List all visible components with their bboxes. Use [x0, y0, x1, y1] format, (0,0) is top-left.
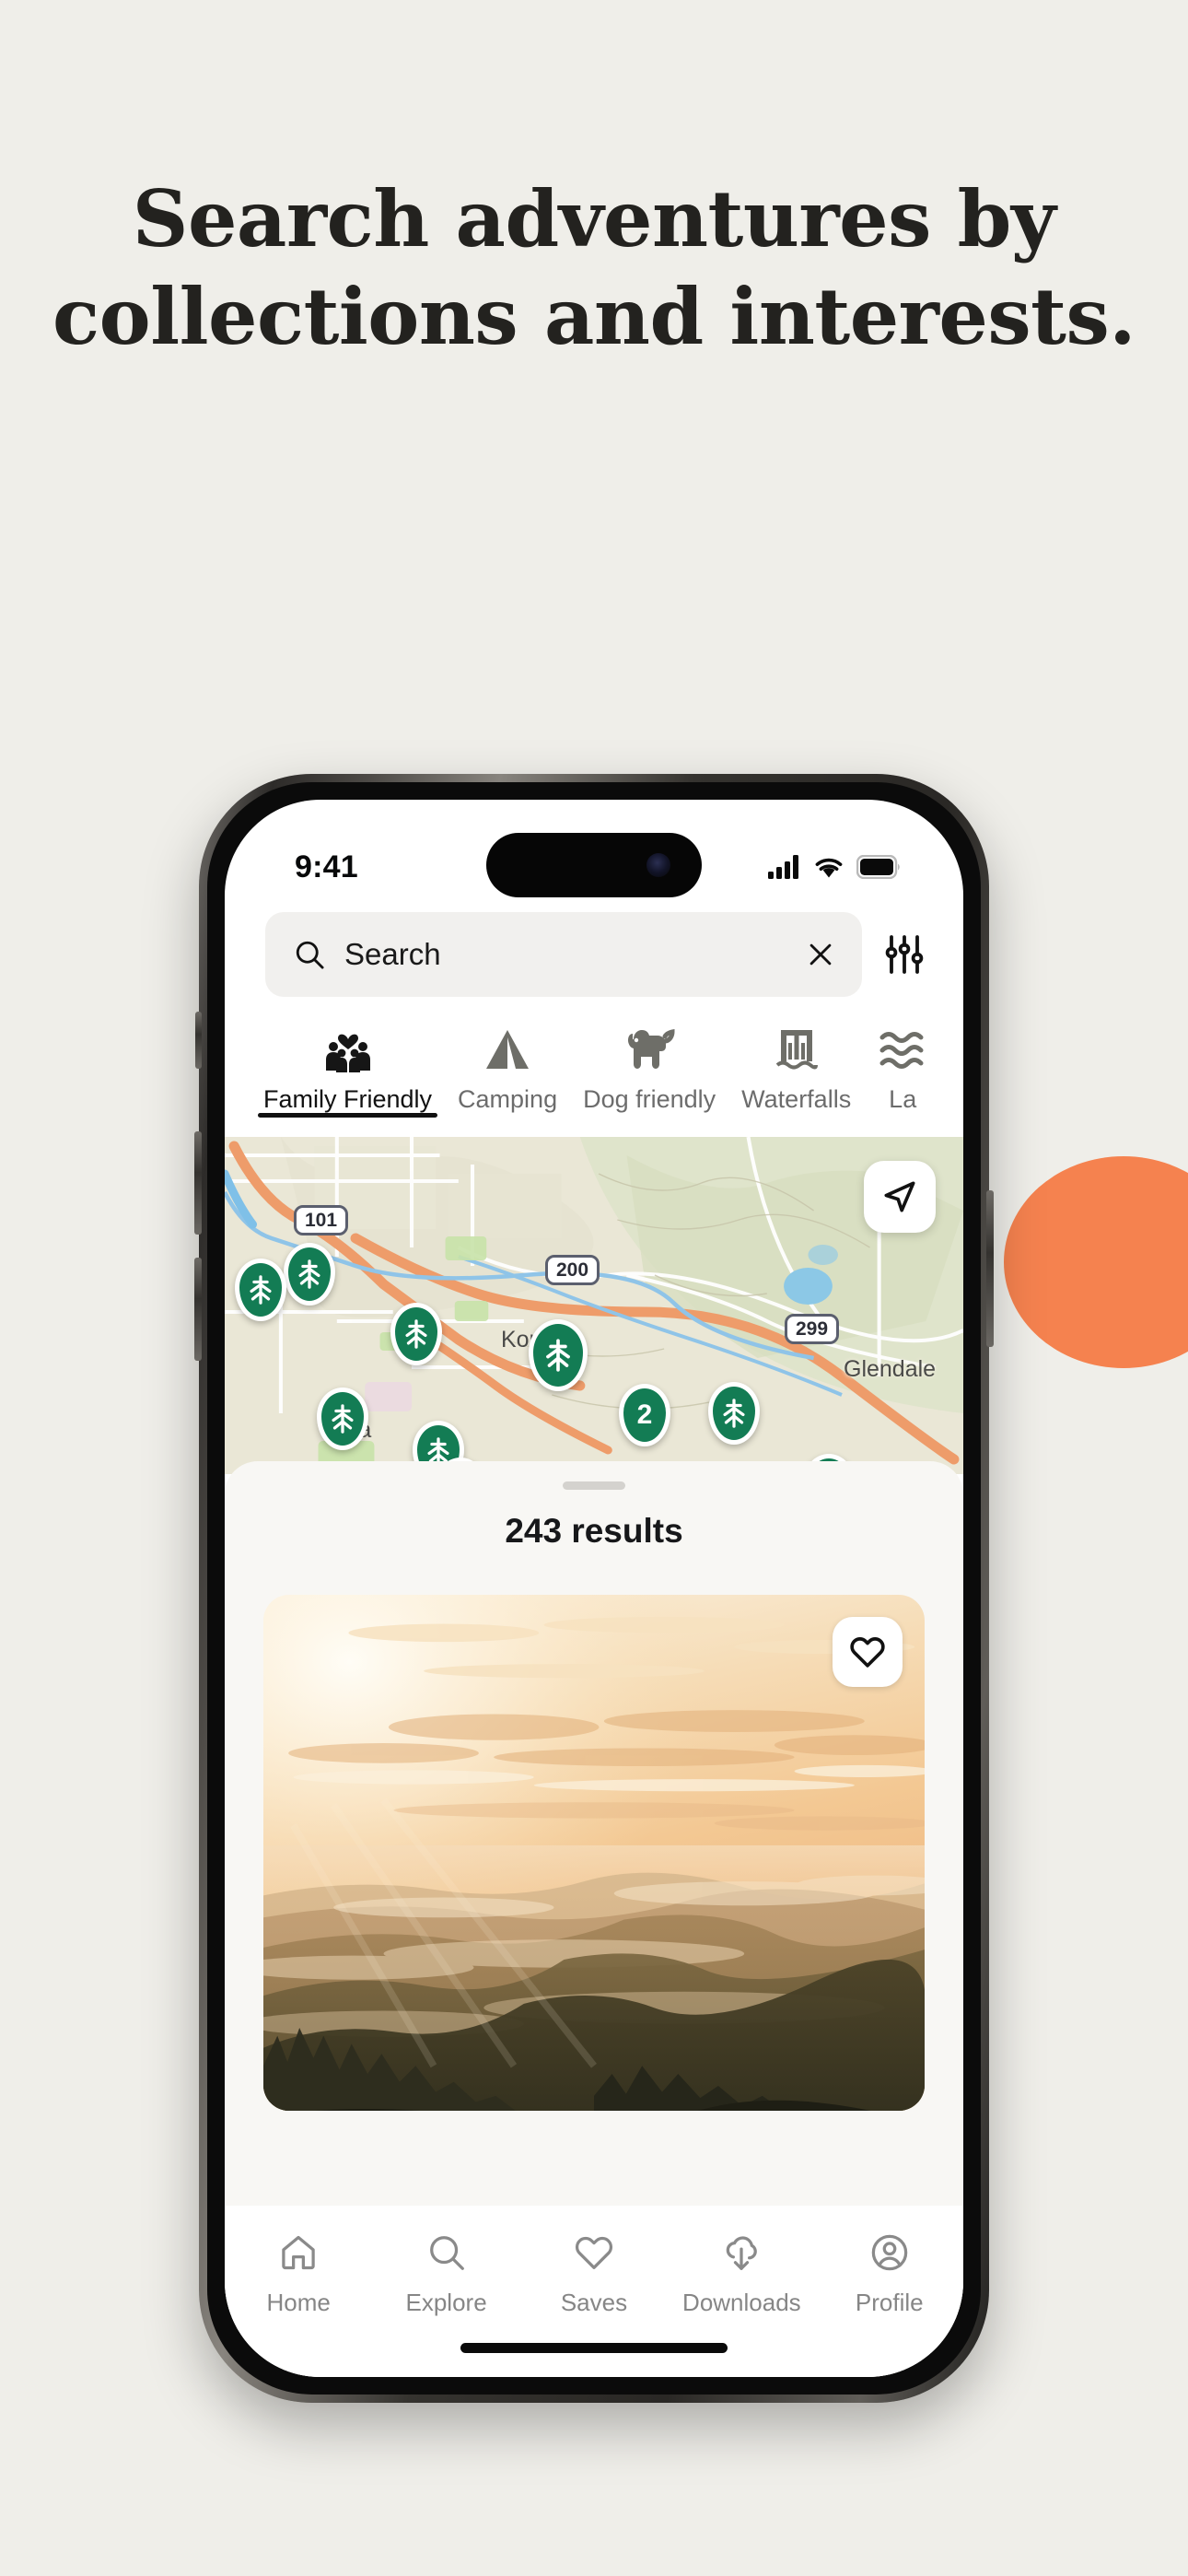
battery-full-icon [856, 855, 900, 879]
category-tab-camping[interactable]: Camping [445, 1019, 570, 1114]
category-tab-dog-friendly[interactable]: Dog friendly [570, 1019, 728, 1114]
dog-icon [621, 1025, 678, 1072]
category-tab-family-friendly[interactable]: Family Friendly [250, 1019, 445, 1118]
phone-bezel: 9:41 Search Family Friendly Camping Dog … [207, 782, 981, 2395]
heart-outline-icon [850, 1637, 885, 1668]
signal-bars-icon [768, 855, 798, 879]
tree-icon [546, 1339, 570, 1372]
lake-waves-icon [877, 1025, 928, 1072]
tab-label: Profile [855, 2289, 924, 2316]
filter-sliders-icon[interactable] [882, 932, 926, 977]
tree-icon [723, 1399, 745, 1428]
status-icons [768, 855, 901, 879]
download-cloud-icon [720, 2226, 763, 2279]
silent-switch-button[interactable] [195, 1012, 202, 1069]
phone-mockup: 9:41 Search Family Friendly Camping Dog … [194, 774, 994, 2403]
category-tab-label: Dog friendly [583, 1085, 716, 1113]
close-x-icon[interactable] [805, 939, 836, 970]
search-input[interactable]: Search [265, 912, 862, 997]
sheet-drag-handle[interactable] [563, 1481, 625, 1490]
tab-label: Saves [560, 2289, 628, 2316]
category-tab-label: La [889, 1085, 917, 1113]
locate-me-button[interactable] [864, 1161, 936, 1233]
tab-label: Home [266, 2289, 331, 2316]
tree-icon [332, 1404, 354, 1434]
results-count-label: 243 results [505, 1512, 683, 1550]
dynamic-island [486, 833, 702, 897]
result-card[interactable] [263, 1595, 925, 2111]
tent-icon [481, 1025, 534, 1072]
home-indicator[interactable] [460, 2343, 728, 2353]
map-place-label-glendale: Glendale [844, 1356, 937, 1382]
family-heart-icon [321, 1025, 375, 1072]
waterfall-icon [772, 1025, 821, 1072]
category-tab-strip[interactable]: Family Friendly Camping Dog friendly Wat… [225, 1019, 963, 1137]
search-row: Search [225, 912, 963, 997]
heart-icon [573, 2226, 615, 2279]
volume-down-button[interactable] [194, 1258, 202, 1361]
wifi-icon [815, 858, 843, 878]
category-tab-waterfalls[interactable]: Waterfalls [728, 1019, 864, 1114]
route-shield-200: 200 [545, 1255, 600, 1285]
person-circle-icon [868, 2226, 911, 2279]
tab-label: Explore [405, 2289, 487, 2316]
category-tab-label: Camping [458, 1085, 558, 1113]
phone-screen: 9:41 Search Family Friendly Camping Dog … [225, 800, 963, 2377]
tab-explore[interactable]: Explore [372, 2226, 519, 2317]
status-time: 9:41 [295, 849, 358, 884]
tree-icon [250, 1275, 272, 1305]
front-camera-lens-icon [646, 853, 670, 877]
volume-up-button[interactable] [194, 1131, 202, 1235]
page-headline: Search adventures by collections and int… [52, 173, 1136, 362]
search-placeholder-text: Search [344, 937, 441, 971]
search-icon [425, 2226, 468, 2279]
tab-label: Downloads [682, 2289, 801, 2316]
active-tab-underline [258, 1113, 438, 1118]
tab-saves[interactable]: Saves [520, 2226, 668, 2317]
route-shield-101: 101 [294, 1205, 349, 1235]
category-tab-label: Waterfalls [741, 1085, 852, 1113]
tab-home[interactable]: Home [225, 2226, 372, 2317]
orange-circle-decoration [1004, 1156, 1188, 1368]
category-tab-label: Family Friendly [263, 1085, 433, 1113]
sunset-mountain-ridges-photo [263, 1595, 925, 2111]
tree-icon [298, 1259, 320, 1289]
power-button[interactable] [986, 1190, 994, 1347]
home-icon [277, 2226, 320, 2279]
phone-frame: 9:41 Search Family Friendly Camping Dog … [194, 774, 994, 2403]
map-view[interactable]: 101 200 299 Korbel Glendale Allia 2 [225, 1137, 963, 1474]
tab-profile[interactable]: Profile [816, 2226, 963, 2317]
save-to-favorites-button[interactable] [833, 1617, 903, 1687]
tab-downloads[interactable]: Downloads [668, 2226, 815, 2317]
category-tab-lakes[interactable]: La [864, 1019, 941, 1114]
search-icon [296, 941, 324, 969]
tree-icon [405, 1319, 427, 1349]
navigation-arrow-icon [884, 1181, 915, 1212]
route-shield-299: 299 [785, 1314, 840, 1344]
